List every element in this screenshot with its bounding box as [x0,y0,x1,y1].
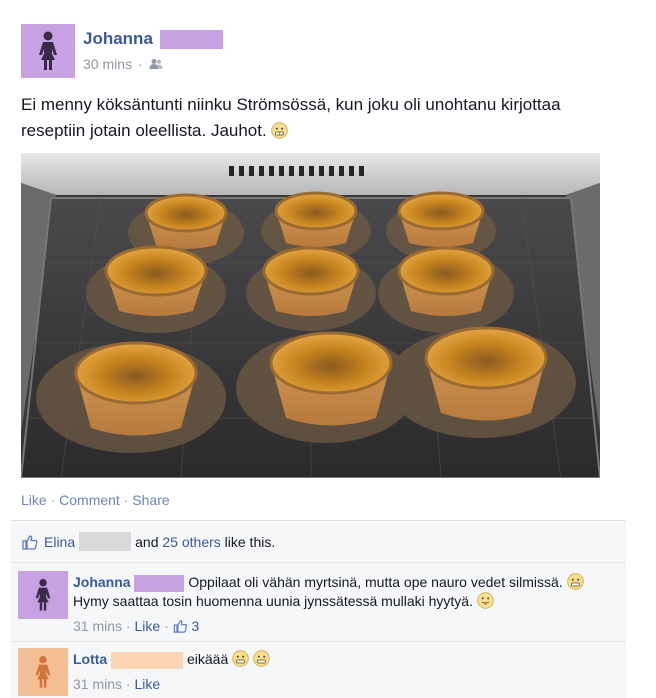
comment-item: Johanna Oppilaat oli vähän myrtsinä, mut… [11,563,626,641]
redaction-bar [111,651,184,669]
post-timestamp[interactable]: 30 mins [83,56,132,72]
meta-separator: · [125,676,131,692]
post-author[interactable]: Johanna [83,29,223,50]
action-separator: · [50,492,56,508]
post-message: Ei menny köksäntunti niinku Strömsössä, … [21,95,561,140]
female-user-icon [39,31,57,70]
comment-timestamp[interactable]: 31 mins [73,676,122,692]
likes-suffix: like this. [224,533,276,550]
tongue-out-emoji-icon [477,592,494,609]
post-photo[interactable] [21,153,600,478]
redaction-bar [159,30,223,50]
female-user-icon [35,656,51,688]
avatar[interactable] [21,24,75,78]
comment-text: eikäää [187,651,229,667]
grimace-emoji-icon [566,573,584,590]
meta-separator: · [138,56,143,72]
meta-separator: · [125,618,131,634]
share-action-link[interactable]: Share [132,492,169,508]
avatar[interactable] [18,571,68,619]
likes-summary: Elina and 25 others like this. [11,521,626,563]
post-meta: 30 mins · [83,56,163,72]
friends-icon[interactable] [149,58,163,70]
female-user-icon [35,579,51,611]
comment-author[interactable]: Lotta [73,651,107,667]
comment-body: Lotta eikäää 31 mins · Like [73,650,613,694]
comment-text-line2: Hymy saattaa tosin huomenna uunia jynssä… [73,593,473,609]
grimace-emoji-icon [253,650,270,667]
post-actions: Like · Comment · Share [21,492,170,508]
thumbs-up-icon[interactable] [173,619,188,633]
redaction-bar [79,532,132,551]
comment-meta: 31 mins · Like · 3 [73,617,613,636]
feedback-section: Elina and 25 others like this. Johanna O… [11,520,626,698]
comment-text: Oppilaat oli vähän myrtsinä, mutta ope n… [188,574,563,590]
post-author-name[interactable]: Johanna [83,29,153,48]
comment-author[interactable]: Johanna [73,574,131,590]
comment-timestamp[interactable]: 31 mins [73,618,122,634]
post-text: Ei menny köksäntunti niinku Strömsössä, … [21,92,621,144]
action-separator: · [123,492,129,508]
likes-and-text: and [135,533,159,550]
avatar[interactable] [18,648,68,696]
thumbs-up-icon [22,534,38,550]
comment-item: Lotta eikäää 31 mins · Like [11,642,626,698]
grimace-emoji-icon [232,650,249,667]
comment-like-link[interactable]: Like [134,676,160,692]
comment-like-link[interactable]: Like [134,618,160,634]
baking-tray-muffins-photo [21,153,600,478]
comment-body: Johanna Oppilaat oli vähän myrtsinä, mut… [73,573,613,636]
redaction-bar [134,574,185,592]
comment-like-count[interactable]: 3 [192,618,200,634]
comment-action-link[interactable]: Comment [59,492,120,508]
meta-separator: · [164,618,169,634]
grimace-emoji-icon [271,122,289,139]
like-action-link[interactable]: Like [21,492,47,508]
liker-name-link[interactable]: Elina [44,534,75,550]
likes-others-link[interactable]: 25 others [162,534,220,550]
comment-meta: 31 mins · Like [73,675,613,694]
